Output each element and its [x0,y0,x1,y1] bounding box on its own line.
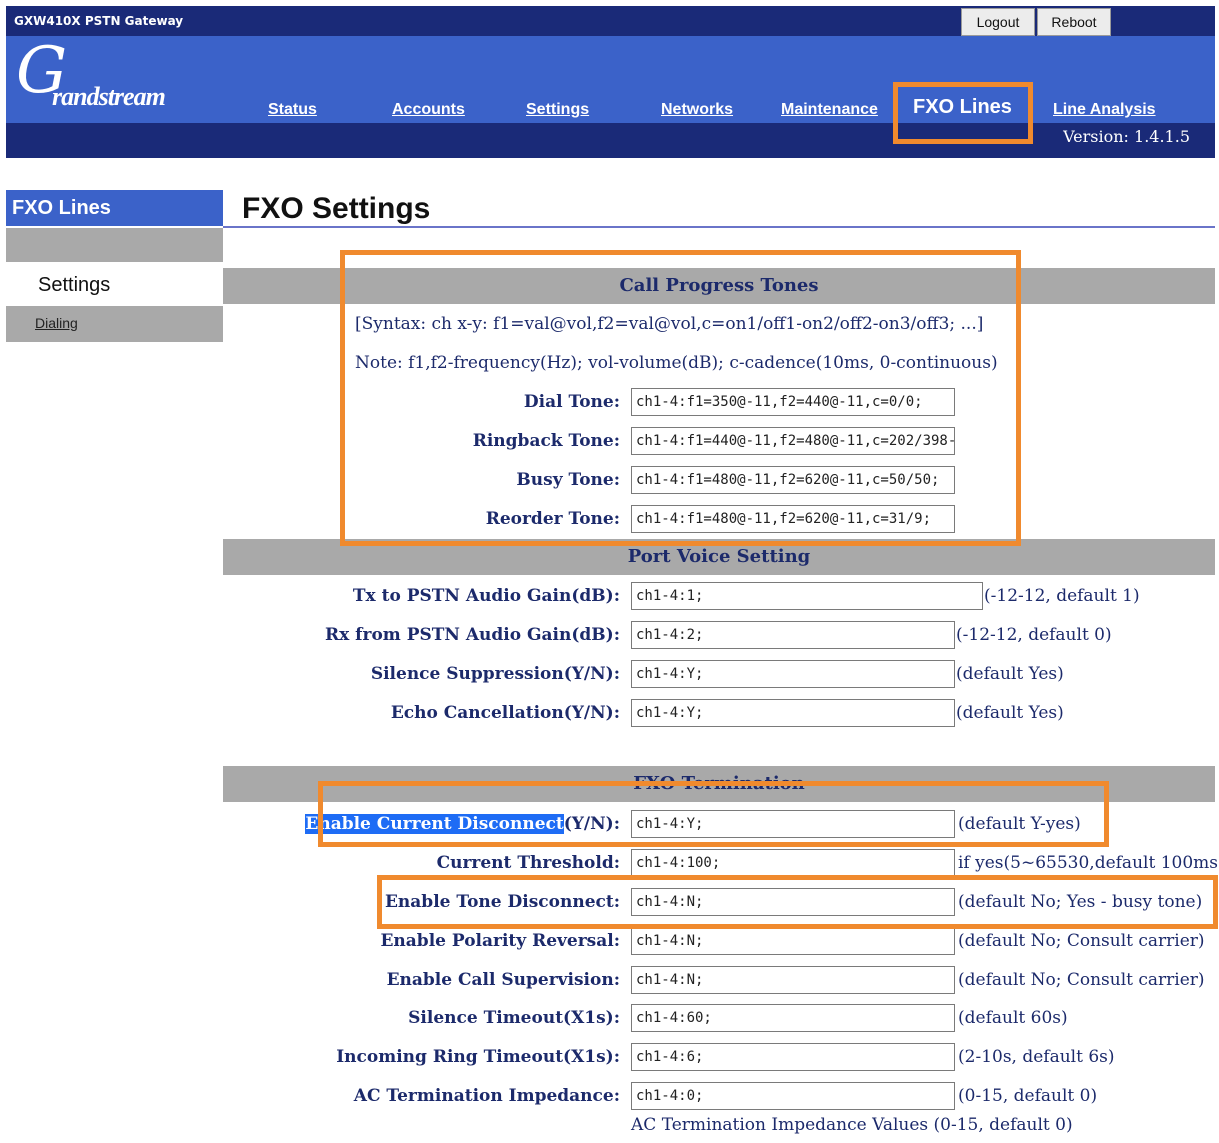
silence-timeout-hint: (default 60s) [958,1008,1068,1028]
current-threshold-input[interactable]: ch1-4:100; [631,849,955,877]
nav-settings[interactable]: Settings [526,101,589,119]
top-bar: GXW410X PSTN Gateway Logout Reboot [6,6,1215,36]
nav-accounts[interactable]: Accounts [392,101,465,119]
sidebar-title: FXO Lines [6,190,223,226]
echo-cancellation-hint: (default Yes) [956,703,1064,723]
silence-timeout-input[interactable]: ch1-4:60; [631,1004,955,1032]
annotation-box-current-disconnect [318,781,1109,847]
sidebar-spacer [6,228,223,262]
ac-impedance-label: AC Termination Impedance: [353,1086,620,1106]
incoming-ring-timeout-input[interactable]: ch1-4:6; [631,1043,955,1071]
annotation-box-fxo-lines-tab [893,82,1033,144]
incoming-ring-timeout-hint: (2-10s, default 6s) [958,1047,1115,1067]
reboot-button[interactable]: Reboot [1037,8,1111,36]
logout-button[interactable]: Logout [961,8,1035,36]
current-threshold-label: Current Threshold: [436,853,620,873]
tx-gain-input[interactable]: ch1-4:1; [631,582,983,610]
incoming-ring-timeout-label: Incoming Ring Timeout(X1s): [336,1047,620,1067]
ac-impedance-caption: AC Termination Impedance Values (0-15, d… [631,1115,1073,1135]
silence-suppression-input[interactable]: ch1-4:Y; [631,660,955,688]
silence-suppression-label: Silence Suppression(Y/N): [370,664,620,684]
version-bar: Version: 1.4.1.5 [6,123,1215,158]
enable-call-supervision-label: Enable Call Supervision: [386,970,620,990]
sidebar-item-settings[interactable]: Settings [38,274,110,297]
annotation-box-tone-disconnect [377,875,1218,929]
echo-cancellation-label: Echo Cancellation(Y/N): [390,703,620,723]
rx-gain-input[interactable]: ch1-4:2; [631,621,955,649]
echo-cancellation-input[interactable]: ch1-4:Y; [631,699,955,727]
enable-polarity-reversal-hint: (default No; Consult carrier) [958,931,1205,951]
brand-bar: G randstream Status Accounts Settings Ne… [6,34,1215,123]
enable-call-supervision-hint: (default No; Consult carrier) [958,970,1205,990]
nav-line-analysis[interactable]: Line Analysis [1053,101,1156,119]
silence-timeout-label: Silence Timeout(X1s): [408,1008,620,1028]
nav-networks[interactable]: Networks [661,101,733,119]
rx-gain-label: Rx from PSTN Audio Gain(dB): [325,625,620,645]
enable-polarity-reversal-input[interactable]: ch1-4:N; [631,927,955,955]
rx-gain-hint: (-12-12, default 0) [956,625,1112,645]
nav-status[interactable]: Status [268,101,317,119]
silence-suppression-hint: (default Yes) [956,664,1064,684]
annotation-box-call-progress-tones [340,250,1021,546]
enable-call-supervision-input[interactable]: ch1-4:N; [631,966,955,994]
product-name: GXW410X PSTN Gateway [14,14,184,28]
tx-gain-label: Tx to PSTN Audio Gain(dB): [352,586,620,606]
ac-impedance-input[interactable]: ch1-4:0; [631,1082,955,1110]
sidebar-item-dialing[interactable]: Dialing [35,315,78,331]
ac-impedance-hint: (0-15, default 0) [958,1086,1098,1106]
page-title: FXO Settings [242,192,431,225]
sidebar-item-dialing-row: Dialing [6,306,223,342]
version-label: Version: 1.4.1.5 [1063,127,1190,146]
current-threshold-hint: if yes(5~65530,default 100ms) [958,853,1219,873]
nav-maintenance[interactable]: Maintenance [781,101,878,119]
enable-polarity-reversal-label: Enable Polarity Reversal: [380,931,620,951]
title-divider [223,226,1215,228]
tx-gain-hint: (-12-12, default 1) [984,586,1140,606]
